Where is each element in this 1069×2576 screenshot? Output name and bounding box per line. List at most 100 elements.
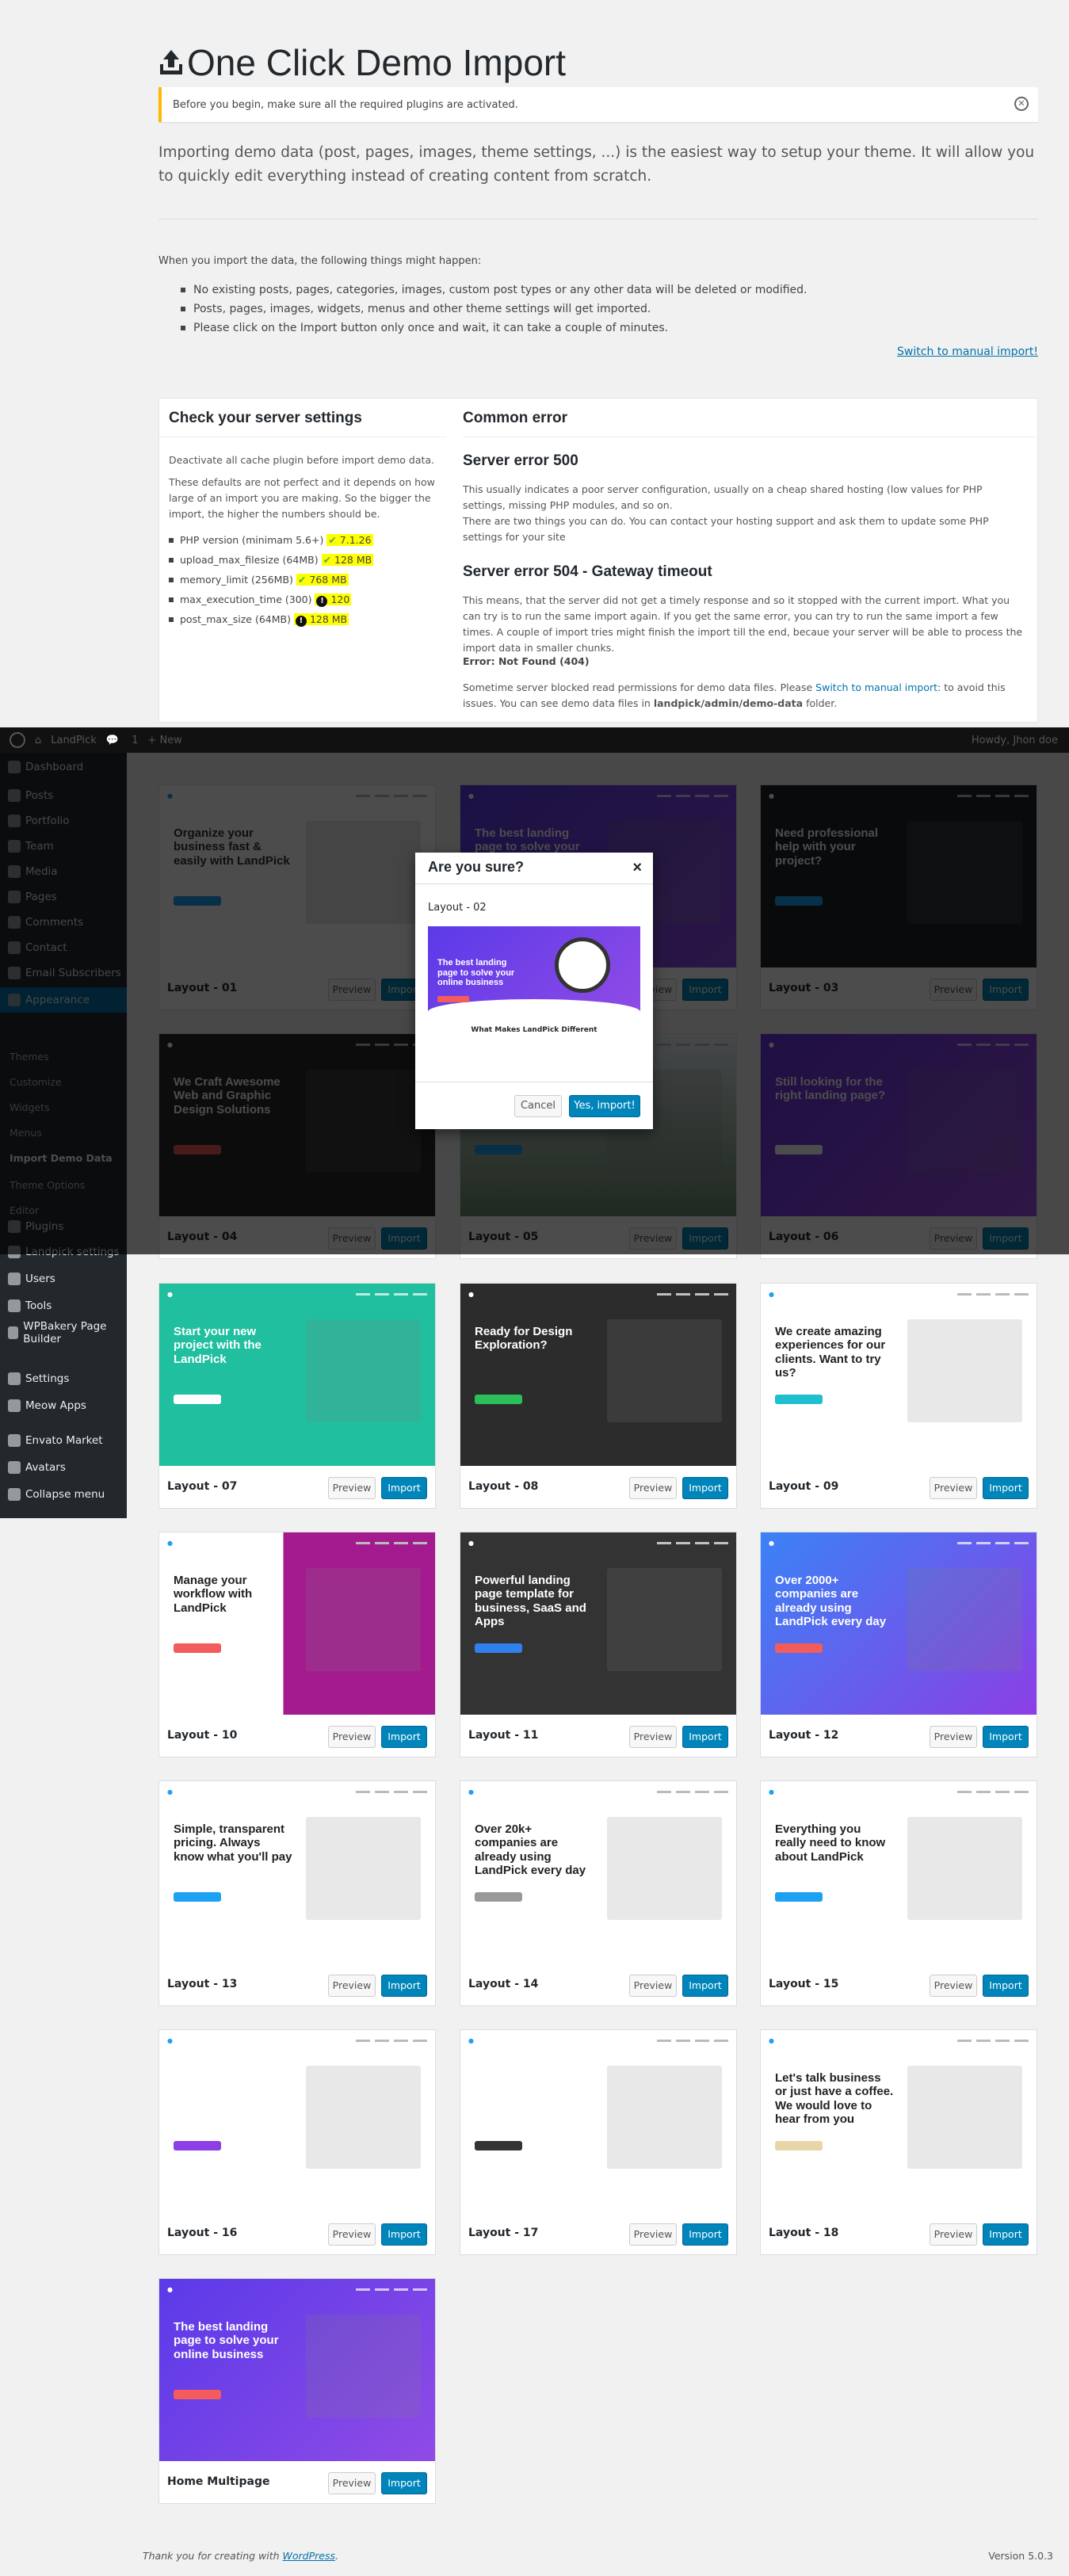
layout-thumbnail: ● xyxy=(460,2030,736,2212)
check-value: ! 128 MB xyxy=(293,613,349,627)
warning-icon: ! xyxy=(316,596,328,607)
error-504-title: Server error 504 - Gateway timeout xyxy=(463,563,712,580)
error-500-text: This usually indicates a poor server con… xyxy=(463,483,983,511)
thumb-headline: Let's talk business or just have a coffe… xyxy=(775,2071,894,2126)
import-button[interactable]: Import xyxy=(682,2223,728,2246)
common-error-title: Common error xyxy=(463,410,567,426)
import-button[interactable]: Import xyxy=(682,1726,728,1748)
check-value: ✔ 128 MB xyxy=(321,554,374,566)
dismiss-icon[interactable]: ✕ xyxy=(1014,97,1029,111)
import-button[interactable]: Import xyxy=(983,1975,1029,1997)
cancel-button[interactable]: Cancel xyxy=(514,1095,562,1117)
page-title-text: One Click Demo Import xyxy=(187,42,567,83)
thumb-headline: Over 20k+ companies are already using La… xyxy=(475,1822,586,1877)
sidebar-item[interactable]: Tools xyxy=(0,1293,127,1319)
preview-button[interactable]: Preview xyxy=(328,1975,376,1997)
thumb-nav: ● xyxy=(468,2036,728,2044)
sidebar-item[interactable]: Meow Apps xyxy=(0,1393,127,1418)
error-500-title: Server error 500 xyxy=(463,452,578,469)
preview-button[interactable]: Preview xyxy=(629,1726,677,1748)
sidebar-item[interactable]: Settings xyxy=(0,1366,127,1391)
preview-button[interactable]: Preview xyxy=(328,2472,376,2494)
new-content-link[interactable]: + New xyxy=(147,735,181,746)
sidebar-item[interactable]: Collapse menu xyxy=(0,1482,127,1507)
thumb-links xyxy=(657,1541,728,1544)
thumb-nav: ● xyxy=(468,1788,728,1796)
preview-button[interactable]: Preview xyxy=(328,1477,376,1499)
import-bullets: No existing posts, pages, categories, im… xyxy=(181,280,807,338)
thumb-graphic xyxy=(607,1817,722,1920)
layout-card: ● Layout - 17 Preview Import xyxy=(460,2029,737,2255)
thumb-button xyxy=(775,1395,823,1404)
preview-button[interactable]: Preview xyxy=(328,2223,376,2246)
import-button[interactable]: Import xyxy=(381,1975,427,1997)
thumb-button xyxy=(475,1643,522,1653)
import-button[interactable]: Import xyxy=(381,1726,427,1748)
sidebar-item[interactable]: Avatars xyxy=(0,1455,127,1480)
thumb-headline: Over 2000+ companies are already using L… xyxy=(775,1574,887,1628)
preview-button[interactable]: Preview xyxy=(930,1975,977,1997)
thumb-links xyxy=(356,2039,427,2042)
import-button[interactable]: Import xyxy=(983,1726,1029,1748)
manual-import-inline-link[interactable]: Switch to manual import xyxy=(815,681,937,693)
manual-import-link[interactable]: Switch to manual import! xyxy=(897,345,1038,358)
check-value-text: 7.1.26 xyxy=(339,534,372,546)
close-icon[interactable]: × xyxy=(632,859,642,877)
wordpress-icon[interactable] xyxy=(10,732,25,748)
preview-button[interactable]: Preview xyxy=(629,2223,677,2246)
import-button[interactable]: Import xyxy=(682,1975,728,1997)
layout-name: Layout - 08 xyxy=(468,1480,539,1493)
layout-name: Layout - 12 xyxy=(769,1729,839,1742)
thumb-nav: ● xyxy=(769,2036,1029,2044)
preview-button[interactable]: Preview xyxy=(629,1477,677,1499)
layout-thumbnail: ● Over 20k+ companies are already using L… xyxy=(460,1781,736,1963)
preview-button[interactable]: Preview xyxy=(328,1726,376,1748)
menu-icon xyxy=(8,1488,21,1501)
layout-thumbnail: ● Over 2000+ companies are already using … xyxy=(761,1532,1037,1715)
thumb-links xyxy=(957,1541,1029,1544)
preview-button[interactable]: Preview xyxy=(930,1726,977,1748)
thumb-logo: ● xyxy=(769,1788,774,1796)
thumb-logo: ● xyxy=(769,1539,774,1547)
warning-icon: ! xyxy=(295,616,307,627)
import-button[interactable]: Import xyxy=(983,1477,1029,1499)
thumb-links xyxy=(957,2039,1029,2042)
import-button[interactable]: Import xyxy=(682,1477,728,1499)
thumb-links xyxy=(957,1790,1029,1793)
menu-icon xyxy=(8,1461,21,1474)
preview-button xyxy=(437,996,469,1002)
check-item: post_max_size (64MB) ! 128 MB xyxy=(169,609,373,629)
sidebar-item[interactable]: Users xyxy=(0,1266,127,1292)
comments-icon[interactable]: 💬 1 xyxy=(106,735,139,746)
preview-headline: The best landing page to solve your onli… xyxy=(437,958,515,988)
import-button[interactable]: Import xyxy=(381,2472,427,2494)
error-404-title: Error: Not Found (404) xyxy=(463,655,590,667)
thumb-logo: ● xyxy=(468,1539,474,1547)
check-value: ✔ 768 MB xyxy=(296,574,349,586)
import-button[interactable]: Import xyxy=(381,2223,427,2246)
layout-name: Layout - 09 xyxy=(769,1480,839,1493)
server-p2: These defaults are not perfect and it de… xyxy=(169,476,435,520)
check-value: ✔ 7.1.26 xyxy=(326,534,373,546)
preview-button[interactable]: Preview xyxy=(930,2223,977,2246)
thumb-headline: The best landing page to solve your onli… xyxy=(174,2320,279,2361)
server-settings-title: Check your server settings xyxy=(169,410,362,426)
sidebar-item[interactable]: Envato Market xyxy=(0,1428,127,1453)
menu-icon xyxy=(8,1326,19,1339)
howdy-user[interactable]: Howdy, Jhon doe xyxy=(972,735,1058,746)
import-button[interactable]: Import xyxy=(983,2223,1029,2246)
sidebar-item[interactable]: WPBakery Page Builder xyxy=(0,1320,127,1345)
site-name-link[interactable]: LandPick xyxy=(51,735,97,746)
thumb-logo: ● xyxy=(468,1290,474,1298)
thumb-headline: Everything you really need to know about… xyxy=(775,1822,886,1864)
layout-name: Layout - 16 xyxy=(167,2227,238,2239)
wordpress-link[interactable]: WordPress xyxy=(283,2550,335,2562)
preview-button[interactable]: Preview xyxy=(930,1477,977,1499)
preview-button[interactable]: Preview xyxy=(629,1975,677,1997)
thumb-button xyxy=(775,1643,823,1653)
footer-version: Version 5.0.3 xyxy=(988,2550,1053,2562)
layout-name: Home Multipage xyxy=(167,2475,270,2488)
import-button[interactable]: Import xyxy=(381,1477,427,1499)
thumb-button xyxy=(775,1892,823,1902)
confirm-import-button[interactable]: Yes, import! xyxy=(569,1095,640,1117)
